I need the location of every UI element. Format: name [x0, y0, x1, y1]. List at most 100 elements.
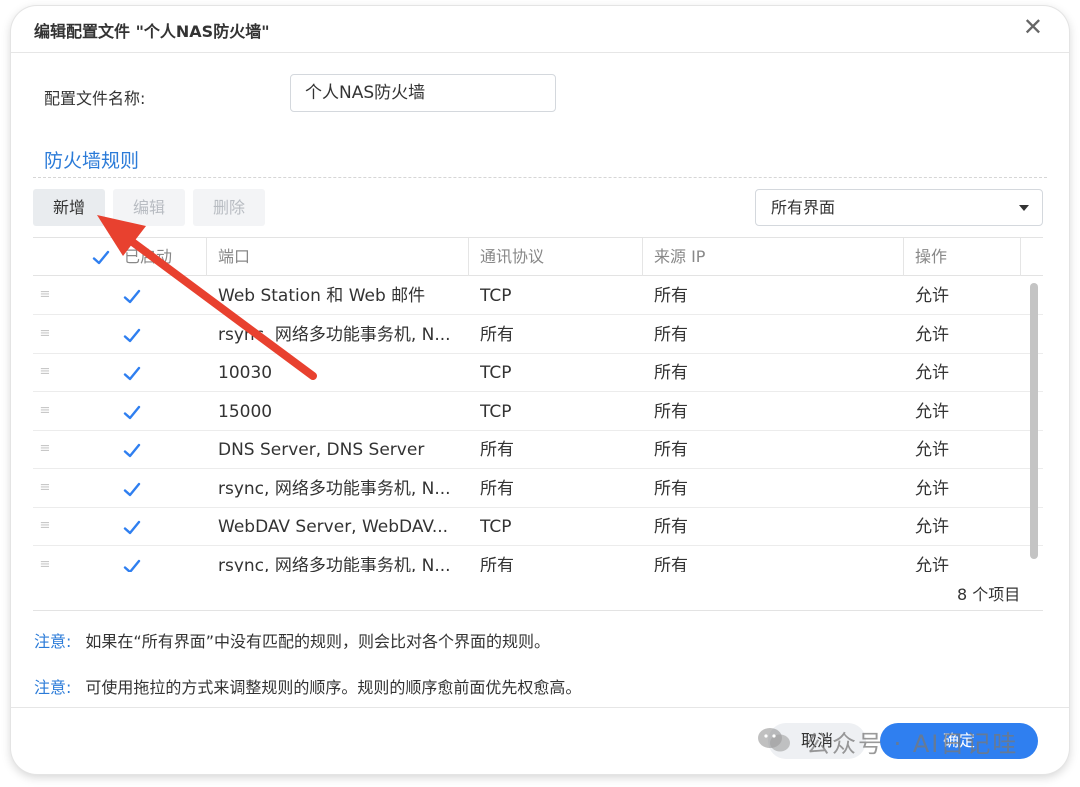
table-row[interactable]: ≡ WebDAV Server, WebDAV... TCP 所有 允许: [33, 508, 1043, 546]
cell-protocol: 所有: [480, 440, 514, 460]
cell-action: 允许: [915, 440, 949, 460]
cell-protocol: TCP: [480, 286, 512, 306]
header-action[interactable]: 操作: [904, 238, 947, 276]
cell-protocol: 所有: [480, 555, 514, 573]
watermark-text: 公众号 · AI日记哇: [806, 730, 1019, 758]
check-icon: [123, 559, 141, 572]
cell-action: 允许: [915, 401, 949, 422]
table-row[interactable]: ≡ rsync, 网络多功能事务机, N... 所有 所有 允许: [33, 316, 1043, 354]
profile-name-label: 配置文件名称:: [44, 89, 146, 108]
note-1: 注意: 如果在“所有界面”中没有匹配的规则，则会比对各个界面的规则。: [34, 628, 550, 652]
table-row[interactable]: ≡ rsync, 网络多功能事务机, N... 所有 所有 允许: [33, 547, 1043, 573]
cell-port: rsync, 网络多功能事务机, N...: [218, 478, 451, 499]
cell-source: 所有: [654, 286, 688, 306]
table-scrollbar[interactable]: [1030, 283, 1038, 559]
firewall-rules-heading: 防火墙规则: [44, 150, 140, 172]
drag-handle-icon[interactable]: ≡: [38, 325, 52, 343]
select-all-checkbox[interactable]: [89, 246, 111, 268]
row-enabled-checkbox[interactable]: [120, 285, 142, 307]
dialog-title: 编辑配置文件 "个人NAS防火墙": [34, 22, 270, 41]
drag-handle-icon[interactable]: ≡: [38, 517, 52, 535]
check-icon: [123, 289, 141, 304]
check-icon: [123, 328, 141, 342]
cell-port: rsync, 网络多功能事务机, N...: [218, 555, 451, 573]
drag-handle-icon[interactable]: ≡: [38, 402, 52, 420]
cell-source: 所有: [654, 363, 688, 383]
drag-handle-icon[interactable]: ≡: [38, 440, 52, 458]
row-enabled-checkbox[interactable]: [120, 362, 142, 384]
row-enabled-checkbox[interactable]: [120, 477, 142, 500]
check-icon: [123, 520, 141, 535]
check-icon: [92, 250, 110, 265]
cell-port: DNS Server, DNS Server: [218, 440, 425, 460]
drag-handle-icon[interactable]: ≡: [38, 479, 52, 497]
add-button[interactable]: 新增: [33, 189, 105, 226]
cell-protocol: TCP: [480, 363, 512, 383]
dialog-titlebar: 编辑配置文件 "个人NAS防火墙" ✕: [11, 6, 1069, 53]
cell-protocol: TCP: [480, 401, 512, 422]
interface-select[interactable]: 所有界面: [755, 189, 1043, 226]
cell-source: 所有: [654, 440, 688, 460]
header-protocol[interactable]: 通讯协议: [469, 238, 544, 276]
edit-profile-dialog: 编辑配置文件 "个人NAS防火墙" ✕ 配置文件名称: 个人NAS防火墙 防火墙…: [11, 6, 1069, 774]
item-count: 8 个项目: [957, 585, 1021, 604]
header-source-ip[interactable]: 来源 IP: [643, 238, 705, 276]
cell-port: rsync, 网络多功能事务机, N...: [218, 324, 451, 345]
table-row[interactable]: ≡ rsync, 网络多功能事务机, N... 所有 所有 允许: [33, 470, 1043, 508]
row-enabled-checkbox[interactable]: [120, 554, 142, 572]
wechat-icon: [758, 728, 790, 752]
cell-protocol: 所有: [480, 324, 514, 345]
check-icon: [123, 443, 141, 458]
table-row[interactable]: ≡ DNS Server, DNS Server 所有 所有 允许: [33, 431, 1043, 469]
cell-port: WebDAV Server, WebDAV...: [218, 517, 449, 537]
table-row[interactable]: ≡ 10030 TCP 所有 允许: [33, 354, 1043, 392]
table-row[interactable]: ≡ Web Station 和 Web 邮件 TCP 所有 允许: [33, 277, 1043, 315]
cell-source: 所有: [654, 324, 688, 345]
header-enabled[interactable]: 已启动: [113, 238, 172, 276]
check-icon: [123, 405, 141, 419]
rules-table: 已启动 端口 通讯协议 来源 IP 操作 ≡ Web Station 和 Web…: [33, 237, 1043, 572]
section-divider: [33, 177, 1047, 178]
row-enabled-checkbox[interactable]: [120, 400, 142, 423]
table-header: 已启动 端口 通讯协议 来源 IP 操作: [33, 238, 1043, 276]
cell-port: 15000: [218, 401, 273, 422]
column-divider: [1020, 238, 1021, 276]
cell-protocol: 所有: [480, 478, 514, 499]
footer-divider: [11, 707, 1069, 708]
note-text: 如果在“所有界面”中没有匹配的规则，则会比对各个界面的规则。: [85, 632, 550, 651]
cell-protocol: TCP: [480, 517, 512, 537]
chevron-down-icon: [1019, 205, 1029, 211]
cell-action: 允许: [915, 324, 949, 345]
table-row[interactable]: ≡ 15000 TCP 所有 允许: [33, 393, 1043, 431]
cell-source: 所有: [654, 517, 688, 537]
drag-handle-icon[interactable]: ≡: [38, 286, 52, 304]
table-footer-divider: [33, 610, 1043, 611]
cell-source: 所有: [654, 555, 688, 573]
cell-source: 所有: [654, 401, 688, 422]
check-icon: [123, 366, 141, 381]
note-key: 注意:: [34, 678, 72, 697]
close-icon[interactable]: ✕: [1023, 15, 1043, 39]
note-2: 注意: 可使用拖拉的方式来调整规则的顺序。规则的顺序愈前面优先权愈高。: [34, 674, 581, 698]
note-text: 可使用拖拉的方式来调整规则的顺序。规则的顺序愈前面优先权愈高。: [85, 678, 582, 697]
drag-handle-icon[interactable]: ≡: [38, 556, 52, 573]
cell-source: 所有: [654, 478, 688, 499]
cell-port: 10030: [218, 363, 273, 383]
delete-button[interactable]: 删除: [193, 189, 265, 226]
row-enabled-checkbox[interactable]: [120, 516, 142, 538]
header-port[interactable]: 端口: [207, 238, 250, 276]
cell-action: 允许: [915, 286, 949, 306]
check-icon: [123, 482, 141, 496]
cell-action: 允许: [915, 478, 949, 499]
cell-action: 允许: [915, 555, 949, 573]
cell-action: 允许: [915, 363, 949, 383]
edit-button[interactable]: 编辑: [113, 189, 185, 226]
cell-action: 允许: [915, 517, 949, 537]
drag-handle-icon[interactable]: ≡: [38, 363, 52, 381]
interface-select-value: 所有界面: [771, 198, 836, 217]
row-enabled-checkbox[interactable]: [120, 439, 142, 461]
row-enabled-checkbox[interactable]: [120, 323, 142, 346]
profile-name-input[interactable]: 个人NAS防火墙: [290, 74, 556, 112]
cell-port: Web Station 和 Web 邮件: [218, 286, 426, 306]
note-key: 注意:: [34, 632, 72, 651]
